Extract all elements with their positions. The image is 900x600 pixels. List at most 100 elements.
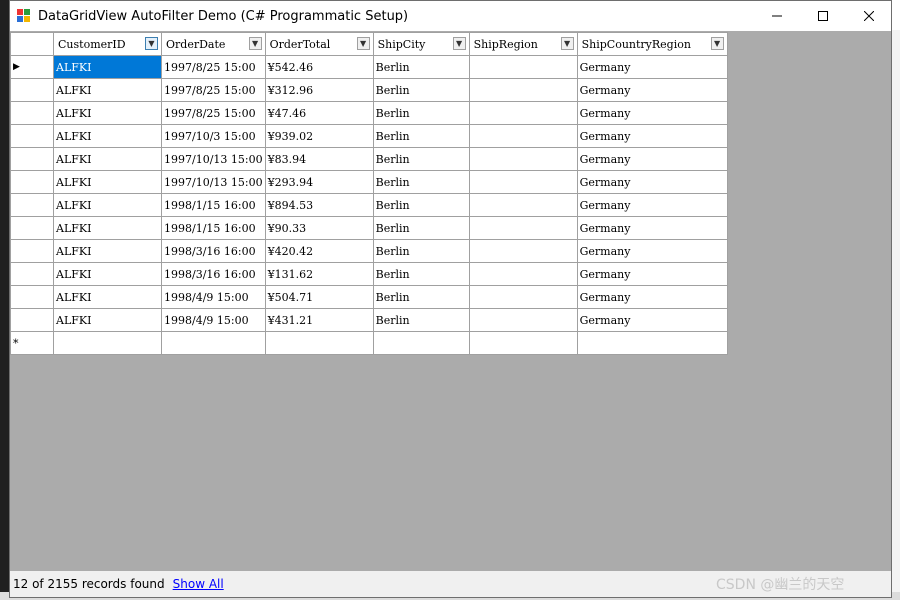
row-header-cell[interactable]	[10, 216, 54, 240]
grid-cell[interactable]: 1997/10/13 15:00	[161, 147, 266, 171]
grid-cell[interactable]: ¥293.94	[264, 170, 374, 194]
grid-cell[interactable]	[468, 55, 578, 79]
grid-cell[interactable]: ¥939.02	[264, 124, 374, 148]
datagridview[interactable]: CustomerID ▼ OrderDate ▼ OrderTotal ▼ ShipC…	[10, 31, 891, 571]
row-header-cell[interactable]	[10, 193, 54, 217]
grid-cell[interactable]: ALFKI	[53, 193, 162, 217]
grid-cell[interactable]	[264, 331, 374, 355]
filter-dropdown-icon[interactable]: ▼	[248, 37, 262, 50]
grid-cell[interactable]: 1997/10/3 15:00	[161, 124, 266, 148]
grid-cell[interactable]	[468, 147, 578, 171]
row-header-cell[interactable]	[10, 124, 54, 148]
grid-cell[interactable]	[468, 124, 578, 148]
grid-cell[interactable]: ¥542.46	[264, 55, 374, 79]
table-row[interactable]: ALFKI 1997/8/25 15:00 ¥47.46 Berlin Germany	[10, 101, 728, 125]
grid-cell[interactable]: 1997/8/25 15:00	[161, 101, 266, 125]
grid-cell[interactable]: ¥47.46	[264, 101, 374, 125]
column-header[interactable]: ShipCity ▼	[372, 32, 470, 56]
grid-cell[interactable]	[372, 331, 470, 355]
table-row[interactable]: ALFKI 1998/1/15 16:00 ¥90.33 Berlin Germany	[10, 216, 728, 240]
table-row[interactable]: ▶ ALFKI 1997/8/25 15:00 ¥542.46 Berlin German…	[10, 55, 728, 79]
grid-cell[interactable]: 1998/3/16 16:00	[161, 262, 266, 286]
filter-dropdown-icon[interactable]: ▼	[560, 37, 574, 50]
grid-cell[interactable]: Germany	[576, 147, 728, 171]
grid-cell[interactable]: Germany	[576, 78, 728, 102]
grid-cell[interactable]: ALFKI	[53, 78, 162, 102]
row-header-cell[interactable]	[10, 78, 54, 102]
grid-cell[interactable]: Berlin	[372, 193, 470, 217]
grid-cell[interactable]	[468, 78, 578, 102]
grid-cell[interactable]: ¥420.42	[264, 239, 374, 263]
grid-cell[interactable]: ALFKI	[53, 308, 162, 332]
close-button[interactable]	[846, 1, 892, 31]
grid-cell[interactable]: Germany	[576, 262, 728, 286]
grid-cell[interactable]: Berlin	[372, 78, 470, 102]
table-row[interactable]: ALFKI 1998/3/16 16:00 ¥131.62 Berlin Germany	[10, 262, 728, 286]
top-left-header-cell[interactable]	[10, 32, 54, 56]
filter-dropdown-icon[interactable]: ▼	[710, 37, 724, 50]
grid-cell[interactable]: ¥90.33	[264, 216, 374, 240]
grid-cell[interactable]: ALFKI	[53, 101, 162, 125]
grid-cell[interactable]: Germany	[576, 285, 728, 309]
grid-cell[interactable]: Berlin	[372, 308, 470, 332]
grid-cell[interactable]: ALFKI	[53, 55, 162, 79]
grid-cell[interactable]: Berlin	[372, 101, 470, 125]
grid-cell[interactable]: Germany	[576, 239, 728, 263]
table-row[interactable]: ALFKI 1998/3/16 16:00 ¥420.42 Berlin Germany	[10, 239, 728, 263]
grid-cell[interactable]: ALFKI	[53, 147, 162, 171]
grid-cell[interactable]: ¥131.62	[264, 262, 374, 286]
grid-cell[interactable]: Germany	[576, 124, 728, 148]
show-all-link[interactable]: Show All	[173, 577, 224, 591]
grid-cell[interactable]: Berlin	[372, 124, 470, 148]
grid-cell[interactable]: ¥83.94	[264, 147, 374, 171]
row-header-cell[interactable]	[10, 147, 54, 171]
filter-dropdown-icon[interactable]: ▼	[145, 37, 158, 50]
grid-cell[interactable]: Berlin	[372, 262, 470, 286]
grid-cell[interactable]	[53, 331, 162, 355]
grid-cell[interactable]: ¥504.71	[264, 285, 374, 309]
new-row-header-cell[interactable]: *	[10, 331, 54, 355]
grid-cell[interactable]: ALFKI	[53, 124, 162, 148]
grid-cell[interactable]: Germany	[576, 55, 728, 79]
table-row[interactable]: ALFKI 1997/8/25 15:00 ¥312.96 Berlin Germany	[10, 78, 728, 102]
grid-cell[interactable]: Berlin	[372, 170, 470, 194]
grid-cell[interactable]	[576, 331, 728, 355]
table-row[interactable]: ALFKI 1998/4/9 15:00 ¥431.21 Berlin Germany	[10, 308, 728, 332]
row-header-cell[interactable]	[10, 285, 54, 309]
grid-cell[interactable]: 1998/1/15 16:00	[161, 216, 266, 240]
table-row[interactable]: ALFKI 1997/10/13 15:00 ¥83.94 Berlin Germany	[10, 147, 728, 171]
table-row[interactable]: ALFKI 1997/10/3 15:00 ¥939.02 Berlin Germany	[10, 124, 728, 148]
row-header-cell[interactable]: ▶	[10, 55, 54, 79]
grid-cell[interactable]: 1997/10/13 15:00	[161, 170, 266, 194]
grid-cell[interactable]: Germany	[576, 308, 728, 332]
grid-cell[interactable]: Berlin	[372, 216, 470, 240]
table-row[interactable]: ALFKI 1997/10/13 15:00 ¥293.94 Berlin German…	[10, 170, 728, 194]
maximize-button[interactable]	[800, 1, 846, 31]
row-header-cell[interactable]	[10, 101, 54, 125]
grid-cell[interactable]: 1998/3/16 16:00	[161, 239, 266, 263]
row-header-cell[interactable]	[10, 239, 54, 263]
table-row[interactable]: ALFKI 1998/4/9 15:00 ¥504.71 Berlin Germany	[10, 285, 728, 309]
grid-cell[interactable]: ¥431.21	[264, 308, 374, 332]
column-header[interactable]: CustomerID ▼	[53, 32, 162, 56]
grid-cell[interactable]	[161, 331, 266, 355]
column-header[interactable]: ShipCountryRegion ▼	[576, 32, 728, 56]
grid-cell[interactable]: Germany	[576, 193, 728, 217]
grid-cell[interactable]: Germany	[576, 170, 728, 194]
grid-cell[interactable]: ¥894.53	[264, 193, 374, 217]
row-header-cell[interactable]	[10, 262, 54, 286]
grid-cell[interactable]	[468, 262, 578, 286]
column-header[interactable]: OrderDate ▼	[161, 32, 266, 56]
grid-cell[interactable]	[468, 308, 578, 332]
table-row[interactable]: ALFKI 1998/1/15 16:00 ¥894.53 Berlin Germany	[10, 193, 728, 217]
grid-cell[interactable]	[468, 170, 578, 194]
grid-cell[interactable]: Berlin	[372, 285, 470, 309]
grid-cell[interactable]: ALFKI	[53, 262, 162, 286]
row-header-cell[interactable]	[10, 308, 54, 332]
grid-cell[interactable]: Germany	[576, 101, 728, 125]
filter-dropdown-icon[interactable]: ▼	[452, 37, 466, 50]
grid-cell[interactable]: Berlin	[372, 147, 470, 171]
grid-cell[interactable]	[468, 239, 578, 263]
grid-cell[interactable]	[468, 193, 578, 217]
grid-cell[interactable]: 1997/8/25 15:00	[161, 55, 266, 79]
